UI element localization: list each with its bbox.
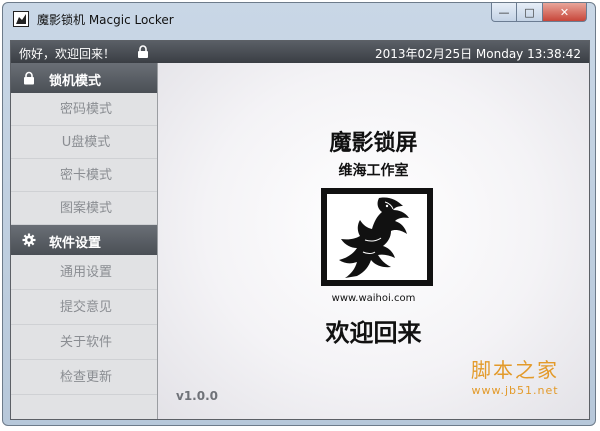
lock-icon bbox=[24, 71, 34, 85]
datetime-text: 2013年02月25日 Monday 13:38:42 bbox=[375, 47, 581, 61]
sidebar-item-password-mode[interactable]: 密码模式 bbox=[11, 93, 157, 126]
watermark: 脚本之家 www.jb51.net bbox=[450, 354, 580, 397]
sidebar-item-general-settings[interactable]: 通用设置 bbox=[11, 255, 157, 290]
sidebar-item-about[interactable]: 关于软件 bbox=[11, 325, 157, 360]
sidebar-item-check-update[interactable]: 检查更新 bbox=[11, 360, 157, 395]
window-controls: — □ ✕ bbox=[491, 3, 587, 23]
sidebar-item-feedback[interactable]: 提交意见 bbox=[11, 290, 157, 325]
minimize-button[interactable]: — bbox=[491, 3, 517, 22]
app-icon bbox=[13, 11, 29, 27]
maximize-button[interactable]: □ bbox=[517, 3, 543, 22]
section-header-lock-mode[interactable]: 锁机模式 bbox=[11, 63, 157, 93]
section-title: 软件设置 bbox=[49, 236, 102, 251]
studio-name: 维海工作室 bbox=[338, 163, 409, 179]
version-label: v1.0.0 bbox=[176, 389, 218, 403]
app-window: 魔影锁机 Macgic Locker — □ ✕ 你好，欢迎回来！ 2013年0… bbox=[2, 2, 596, 426]
dragon-logo bbox=[321, 188, 433, 286]
main-panel: 魔影锁屏 维海工作室 www.waihoi.com 欢迎回来 v1.0.0 脚本… bbox=[158, 63, 589, 419]
client-area: 你好，欢迎回来！ 2013年02月25日 Monday 13:38:42 锁机模… bbox=[10, 40, 590, 420]
sidebar-item-usb-mode[interactable]: U盘模式 bbox=[11, 126, 157, 159]
product-title: 魔影锁屏 bbox=[329, 131, 418, 156]
section-header-settings[interactable]: 软件设置 bbox=[11, 225, 157, 255]
greeting-text: 你好，欢迎回来！ bbox=[19, 47, 116, 61]
website-url: www.waihoi.com bbox=[331, 293, 416, 304]
watermark-text: 脚本之家 bbox=[471, 358, 559, 382]
gear-icon bbox=[22, 233, 36, 247]
lock-icon[interactable] bbox=[137, 45, 149, 58]
sidebar: 锁机模式 密码模式 U盘模式 密卡模式 图案模式 软件设置 通用设置 提交意见 … bbox=[11, 63, 158, 419]
watermark-url: www.jb51.net bbox=[471, 384, 559, 397]
window-title: 魔影锁机 Macgic Locker bbox=[37, 13, 174, 27]
close-button[interactable]: ✕ bbox=[543, 3, 587, 22]
section-title: 锁机模式 bbox=[49, 74, 102, 89]
welcome-text: 欢迎回来 bbox=[325, 319, 422, 347]
dragon-icon bbox=[339, 197, 409, 278]
title-bar[interactable]: 魔影锁机 Macgic Locker — □ ✕ bbox=[3, 3, 595, 35]
sidebar-item-card-mode[interactable]: 密卡模式 bbox=[11, 159, 157, 192]
status-bar: 你好，欢迎回来！ 2013年02月25日 Monday 13:38:42 bbox=[11, 41, 589, 63]
sidebar-item-pattern-mode[interactable]: 图案模式 bbox=[11, 192, 157, 225]
